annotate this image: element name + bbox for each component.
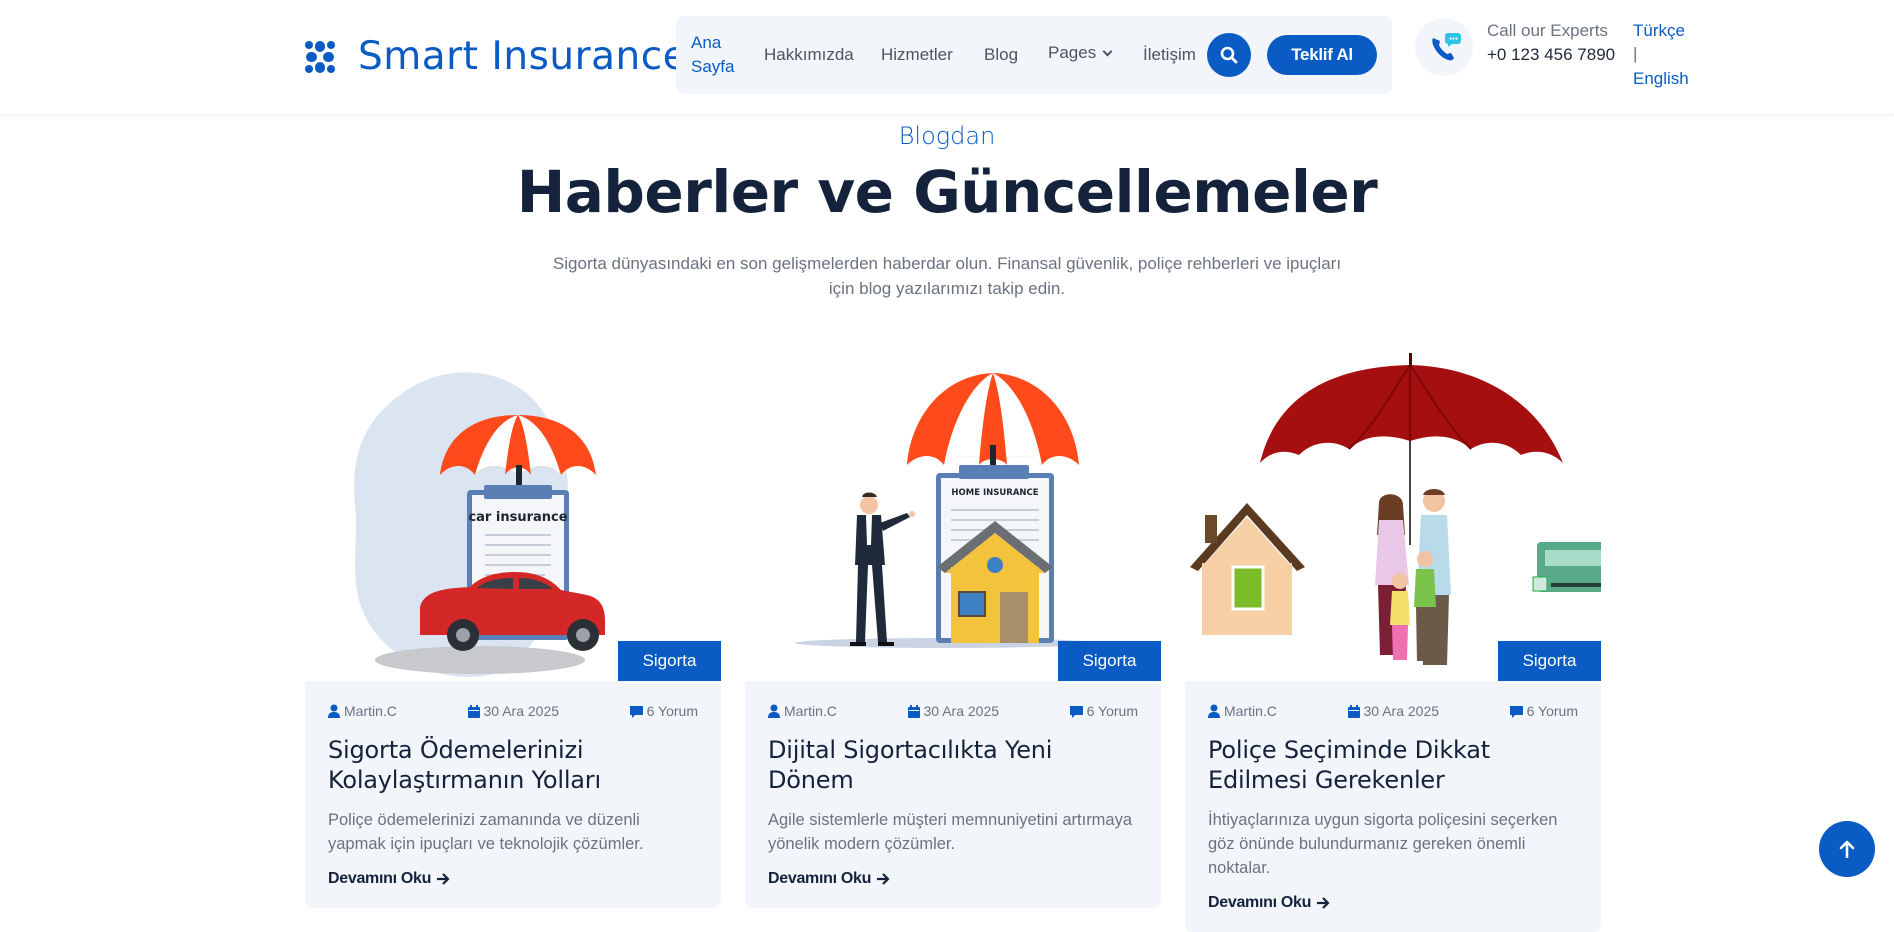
site-header: Smart Insurance Ana Sayfa Hakkımızda Hiz…	[0, 0, 1894, 115]
phone-badge[interactable]	[1415, 18, 1473, 76]
nav-item-pages[interactable]: Pages	[1048, 43, 1113, 63]
lang-separator: |	[1633, 44, 1638, 63]
nav-item-about[interactable]: Hakkımızda	[764, 45, 854, 65]
arrow-right-icon	[437, 873, 450, 885]
nav-item-blog[interactable]: Blog	[984, 45, 1018, 65]
comment-icon	[1069, 705, 1083, 718]
home-insurance-illustration: HOME INSURANCE	[795, 373, 1095, 648]
post-title[interactable]: Dijital Sigortacılıkta Yeni Dönem	[768, 735, 1138, 795]
post-title[interactable]: Poliçe Seçiminde Dikkat Edilmesi Gereken…	[1208, 735, 1578, 795]
family-insurance-illustration	[1190, 353, 1601, 665]
section-eyebrow: Blogdan	[898, 122, 996, 150]
arrow-right-icon	[877, 873, 890, 885]
image-caption: HOME INSURANCE	[951, 488, 1038, 498]
user-icon	[328, 704, 340, 718]
nav-item-services[interactable]: Hizmetler	[881, 45, 953, 65]
nav-item-contact[interactable]: İletişim	[1143, 45, 1196, 65]
arrow-up-icon	[1839, 840, 1855, 858]
blog-card-image[interactable]: HOME INSURANCE Sigorta	[745, 345, 1161, 681]
read-more-link[interactable]: Devamını Oku	[328, 870, 698, 888]
nav-item-home[interactable]: Ana Sayfa	[691, 31, 741, 79]
search-icon	[1220, 46, 1238, 64]
contact-label: Call our Experts	[1487, 21, 1608, 40]
read-more-link[interactable]: Devamını Oku	[768, 870, 1138, 888]
lang-turkish[interactable]: Türkçe	[1633, 21, 1685, 41]
user-icon	[1208, 704, 1220, 718]
post-comments[interactable]: 6 Yorum	[1509, 703, 1578, 719]
section-title: Haberler ve Güncellemeler	[516, 158, 1378, 226]
phone-chat-icon	[1432, 33, 1461, 61]
post-excerpt: Agile sistemlerle müşteri memnuniyetini …	[768, 811, 1133, 853]
post-title[interactable]: Sigorta Ödemelerinizi Kolaylaştırmanın Y…	[328, 735, 698, 795]
main-nav: Ana Sayfa Hakkımızda Hizmetler Blog Page…	[676, 16, 1392, 94]
blog-card-image[interactable]: Sigorta	[1185, 345, 1601, 681]
blog-card-body: Martin.C 30 Ara 2025 6 Yorum Sigorta Öde…	[305, 681, 721, 908]
post-excerpt: Poliçe ödemelerinizi zamanında ve düzenl…	[328, 811, 644, 853]
brand-logo[interactable]: Smart Insurance	[302, 34, 687, 79]
blog-card-body: Martin.C 30 Ara 2025 6 Yorum Poliçe Seçi…	[1185, 681, 1601, 932]
arrow-right-icon	[1317, 897, 1330, 909]
category-tag[interactable]: Sigorta	[618, 641, 721, 681]
blog-card: car insurance Sigorta Martin.C 30 Ara 20…	[305, 345, 721, 908]
calendar-icon	[907, 704, 920, 718]
calendar-icon	[467, 704, 480, 718]
category-tag[interactable]: Sigorta	[1498, 641, 1601, 681]
post-author[interactable]: Martin.C	[328, 703, 397, 719]
image-caption: car insurance	[468, 510, 567, 525]
post-meta: Martin.C 30 Ara 2025 6 Yorum	[1208, 703, 1578, 719]
post-author[interactable]: Martin.C	[768, 703, 837, 719]
post-comments[interactable]: 6 Yorum	[629, 703, 698, 719]
scroll-to-top-button[interactable]	[1819, 821, 1875, 877]
section-subtitle: Sigorta dünyasındaki en son gelişmelerde…	[552, 254, 1342, 298]
logo-icon	[305, 40, 335, 73]
post-comments[interactable]: 6 Yorum	[1069, 703, 1138, 719]
car-insurance-illustration: car insurance	[354, 372, 605, 678]
contact-phone[interactable]: +0 123 456 7890	[1487, 45, 1615, 65]
chevron-down-icon	[1102, 46, 1113, 57]
search-button[interactable]	[1207, 33, 1251, 77]
comment-icon	[1509, 705, 1523, 718]
blog-card: Sigorta Martin.C 30 Ara 2025 6 Yorum Pol…	[1185, 345, 1601, 932]
blog-card: HOME INSURANCE Sigorta Martin.C 30 Ara 2…	[745, 345, 1161, 908]
calendar-icon	[1347, 704, 1360, 718]
get-quote-button[interactable]: Teklif Al	[1267, 35, 1377, 75]
post-meta: Martin.C 30 Ara 2025 6 Yorum	[768, 703, 1138, 719]
post-excerpt: İhtiyaçlarınıza uygun sigorta poliçesini…	[1208, 811, 1558, 877]
comment-icon	[629, 705, 643, 718]
post-meta: Martin.C 30 Ara 2025 6 Yorum	[328, 703, 698, 719]
brand-name: Smart Insurance	[358, 34, 688, 79]
post-date: 30 Ara 2025	[1347, 703, 1439, 719]
category-tag[interactable]: Sigorta	[1058, 641, 1161, 681]
post-date: 30 Ara 2025	[467, 703, 559, 719]
post-author[interactable]: Martin.C	[1208, 703, 1277, 719]
lang-english[interactable]: English	[1633, 69, 1689, 89]
blog-card-body: Martin.C 30 Ara 2025 6 Yorum Dijital Sig…	[745, 681, 1161, 908]
blog-card-image[interactable]: car insurance Sigorta	[305, 345, 721, 681]
post-date: 30 Ara 2025	[907, 703, 999, 719]
user-icon	[768, 704, 780, 718]
read-more-link[interactable]: Devamını Oku	[1208, 894, 1578, 912]
